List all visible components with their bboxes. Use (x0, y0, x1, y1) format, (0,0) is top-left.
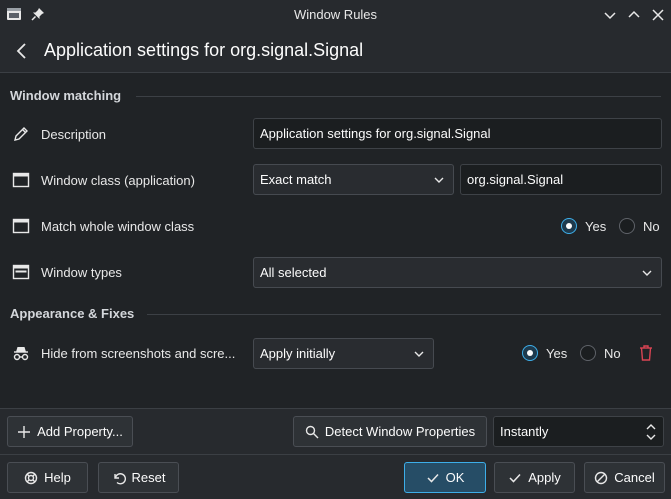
window-class-label: Window class (application) (41, 173, 195, 188)
radio-indicator (619, 218, 635, 234)
dialog-footer: Help Reset OK Apply Cancel (0, 454, 671, 499)
radio-label-yes: Yes (546, 345, 568, 361)
hide-screenshots-no-radio[interactable]: No (580, 345, 621, 361)
radio-label-no: No (604, 345, 621, 361)
ok-button[interactable]: OK (404, 462, 486, 493)
window-types-label: Window types (41, 265, 122, 280)
search-icon (305, 425, 319, 438)
match-whole-class-no-radio[interactable]: No (619, 218, 660, 234)
chevron-down-icon (642, 270, 652, 276)
cancel-label: Cancel (614, 470, 655, 485)
match-whole-class-yes-radio[interactable]: Yes (561, 218, 606, 234)
window-types-value: All selected (260, 265, 327, 280)
chevron-down-icon (414, 351, 424, 357)
add-property-button[interactable]: Add Property... (7, 416, 133, 447)
detect-label: Detect Window Properties (324, 424, 476, 439)
checkmark-icon (427, 473, 439, 483)
match-whole-class-label: Match whole window class (41, 219, 195, 234)
spin-arrows-icon[interactable] (645, 422, 657, 442)
window-class-input[interactable]: org.signal.Signal (460, 164, 662, 195)
radio-indicator (580, 345, 596, 361)
section-title-window-matching: Window matching (10, 88, 122, 103)
window-title: Window Rules (293, 7, 378, 22)
window-icon (12, 172, 30, 188)
window-types-select[interactable]: All selected (253, 257, 662, 288)
window-types-icon (12, 264, 30, 280)
bottom-toolbar: Add Property... Detect Window Properties… (0, 408, 671, 454)
hide-screenshots-policy-value: Apply initially (260, 346, 336, 361)
section-divider (147, 314, 661, 315)
reset-button[interactable]: Reset (98, 462, 179, 493)
back-arrow-icon[interactable] (12, 41, 32, 61)
description-label: Description (41, 127, 107, 142)
window-class-match-select[interactable]: Exact match (253, 164, 454, 195)
window-class-match-value: Exact match (260, 172, 332, 187)
title-bar: Window Rules (0, 0, 671, 29)
detection-delay-spinbox[interactable]: Instantly (493, 416, 664, 447)
detect-window-properties-button[interactable]: Detect Window Properties (293, 416, 487, 447)
hide-screenshots-policy-select[interactable]: Apply initially (253, 338, 434, 369)
hide-screenshots-label: Hide from screenshots and scre... (41, 346, 236, 361)
radio-label-no: No (643, 218, 660, 234)
delete-trash-icon[interactable] (638, 344, 654, 362)
close-icon[interactable] (649, 6, 667, 24)
cancel-icon (595, 471, 608, 484)
window-icon (12, 218, 30, 234)
edit-pencil-icon (14, 127, 28, 141)
radio-label-yes: Yes (585, 218, 607, 234)
page-title: Application settings for org.signal.Sign… (44, 40, 364, 60)
apply-label: Apply (528, 470, 561, 485)
lifebuoy-help-icon (24, 471, 38, 484)
hide-screenshots-yes-radio[interactable]: Yes (522, 345, 567, 361)
checkmark-icon (509, 473, 521, 483)
radio-indicator-checked (522, 345, 538, 361)
radio-indicator-checked (561, 218, 577, 234)
help-button[interactable]: Help (7, 462, 88, 493)
maximize-icon[interactable] (625, 6, 643, 24)
cancel-button[interactable]: Cancel (584, 462, 665, 493)
add-property-label: Add Property... (37, 424, 123, 439)
help-label: Help (44, 470, 71, 485)
chevron-down-icon (434, 177, 444, 183)
apply-button[interactable]: Apply (494, 462, 575, 493)
plus-icon (18, 425, 31, 438)
section-title-appearance: Appearance & Fixes (10, 306, 135, 321)
detection-delay-value: Instantly (500, 424, 549, 439)
page-header: Application settings for org.signal.Sign… (0, 29, 671, 73)
incognito-icon (13, 347, 29, 361)
section-divider (136, 96, 661, 97)
description-input[interactable]: Application settings for org.signal.Sign… (253, 118, 662, 149)
ok-label: OK (445, 470, 465, 485)
minimize-icon[interactable] (601, 6, 619, 24)
undo-icon (113, 472, 126, 484)
reset-label: Reset (131, 470, 166, 485)
